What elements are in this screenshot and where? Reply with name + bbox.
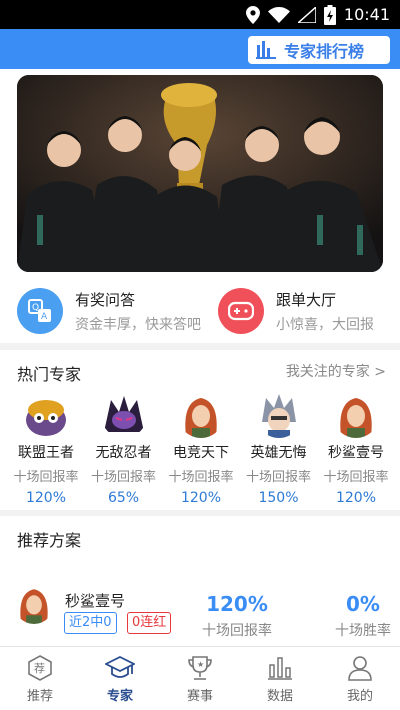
svg-text:A: A [41,312,48,322]
recommend-section: 推荐方案 秒鲨壹号 近2中0 0连红 120% 十场回报率 0% 十场胜率 [0,516,400,646]
expert-ranking-label: 专家排行榜 [284,42,365,61]
svg-text:荐: 荐 [34,662,45,675]
tab-data[interactable]: 数据 [240,647,320,710]
avatar [23,392,69,438]
status-bar: 10:41 [0,0,400,29]
expert-rate: 120% [335,490,377,506]
bottom-tab-bar: 荐 推荐 专家 ★ 赛事 数据 我的 [0,646,400,710]
expert-rate-label: 十场回报率 [168,470,234,485]
return-rate-stat: 120% 十场回报率 [200,592,274,640]
follow-hall-entry[interactable]: 跟单大厅 小惊喜，大回报 [201,279,400,343]
expert-card[interactable]: 联盟王者 十场回报率 120% [11,392,81,506]
location-icon [245,5,260,24]
user-icon [348,656,372,681]
avatar [100,392,147,438]
expert-name: 联盟王者 [18,445,74,461]
expert-rate-label: 十场回报率 [90,470,156,485]
svg-text:Q: Q [32,303,39,313]
gamepad-icon [218,288,264,334]
recommend-title: 推荐方案 [17,531,82,550]
expert-name: 秒鲨壹号 [328,445,384,461]
recommend-icon: 荐 [28,655,52,681]
signal-icon [297,6,316,23]
qa-subtitle: 资金丰厚，快来答吧 [75,316,201,333]
expert-card[interactable]: 电竞天下 十场回报率 120% [166,392,236,506]
recommend-expert-name: 秒鲨壹号 [65,592,126,610]
expert-card[interactable]: 无敌忍者 十场回报率 65% [89,392,159,506]
banner-image[interactable] [17,75,383,272]
expert-rate: 120% [25,490,67,506]
tab-label: 数据 [266,689,293,704]
return-rate-value: 120% [206,592,268,616]
expert-name: 电竞天下 [173,445,229,461]
return-rate-label: 十场回报率 [202,623,272,639]
svg-text:★: ★ [197,660,204,669]
win-rate-value: 0% [346,592,380,616]
expert-rate-label: 十场回报率 [245,470,311,485]
tab-recommend[interactable]: 荐 推荐 [0,647,80,710]
qa-entry[interactable]: QA 有奖问答 资金丰厚，快来答吧 [0,279,201,343]
battery-icon [323,4,336,25]
expert-name: 无敌忍者 [95,445,152,461]
tab-label: 赛事 [186,689,213,704]
hot-experts-title: 热门专家 [17,365,82,384]
tab-label: 我的 [346,689,373,704]
win-streak-tag: 0连红 [127,612,172,634]
avatar [255,392,302,438]
avatar [178,392,224,438]
qa-icon: QA [17,288,63,334]
follow-hall-subtitle: 小惊喜，大回报 [276,316,374,333]
tab-label: 专家 [106,689,133,704]
bar-chart-icon [256,41,276,59]
recent-record-tag: 近2中0 [64,612,117,634]
recommend-item[interactable]: 秒鲨壹号 近2中0 0连红 120% 十场回报率 0% 十场胜率 [0,580,400,646]
qa-title: 有奖问答 [75,290,136,309]
clock: 10:41 [343,5,390,24]
quick-links: QA 有奖问答 资金丰厚，快来答吧 跟单大厅 小惊喜，大回报 [0,279,400,343]
win-rate-label: 十场胜率 [335,623,391,639]
expert-card[interactable]: 秒鲨壹号 十场回报率 120% [321,392,391,506]
tab-expert[interactable]: 专家 [80,647,160,710]
my-followed-experts-link[interactable]: 我关注的专家 > [286,361,386,381]
expert-list: 联盟王者 十场回报率 120% 无敌忍者 十场回报率 65% 电竞天下 十场回报… [11,392,391,506]
avatar [333,392,379,438]
expert-name: 英雄无悔 [250,445,307,461]
tab-label: 推荐 [26,689,53,704]
expert-rate-label: 十场回报率 [323,470,389,485]
win-rate-stat: 0% 十场胜率 [330,592,396,640]
trophy-icon: ★ [188,656,212,680]
expert-rate: 65% [107,490,140,506]
tab-mine[interactable]: 我的 [320,647,400,710]
wifi-icon [267,6,290,23]
expert-rate: 120% [180,490,222,506]
expert-card[interactable]: 英雄无悔 十场回报率 150% [244,392,314,506]
trophy-team-photo [17,75,383,272]
banner-section [0,69,400,279]
expert-rate-label: 十场回报率 [13,470,79,485]
follow-hall-title: 跟单大厅 [276,290,337,309]
graduation-cap-icon [105,655,135,678]
expert-rate: 150% [258,490,299,506]
expert-ranking-button[interactable]: 专家排行榜 [248,36,390,64]
tab-events[interactable]: ★ 赛事 [160,647,240,710]
bar-chart-icon [268,657,292,680]
hot-experts-section: 热门专家 我关注的专家 > 联盟王者 十场回报率 120% 无敌忍者 十场回报率… [0,350,400,510]
avatar [14,584,54,624]
